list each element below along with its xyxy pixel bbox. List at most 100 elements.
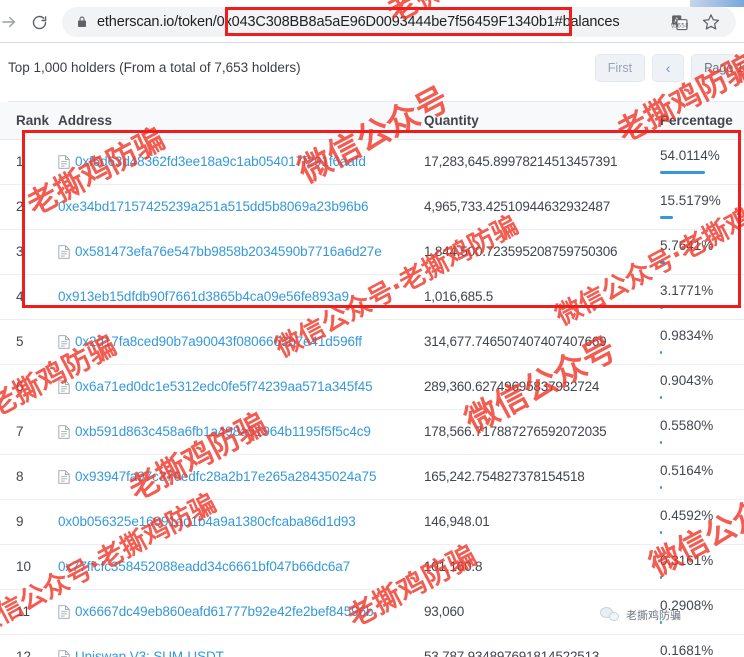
cell-percentage: 54.0114% [660, 139, 744, 185]
percentage-bar-fill [660, 170, 706, 174]
cell-quantity: 4,965,733.42510944632932487 [424, 184, 660, 230]
holders-toolbar: Top 1,000 holders (From a total of 7,653… [0, 52, 744, 94]
cell-address: Uniswap V3: SUM-USDT [58, 634, 424, 657]
pagination: First ‹ Page 1 of 20 [594, 54, 744, 82]
percentage-bar-fill [660, 395, 662, 399]
cell-rank: 10 [0, 544, 58, 590]
column-header-rank[interactable]: Rank [0, 102, 58, 140]
cell-address: 0x6a71ed0dc1e5312edc0fe5f74239aa571a345f… [58, 364, 424, 410]
holders-caption: Top 1,000 holders (From a total of 7,653… [8, 60, 301, 75]
address-link[interactable]: 0x913eb15dfdb90f7661d3865b4ca09e56fe893a… [58, 289, 349, 304]
cell-quantity: 101,160.8 [424, 544, 660, 590]
address-wrapper: 0xf6d63d48362fd3ee18a9c1ab054017f291f6aa… [58, 154, 424, 169]
table-row: 8 0x93947fa97c376edfc28a2b17e265a28435024… [0, 454, 744, 500]
percentage-bar-track [660, 395, 744, 399]
cell-rank: 6 [0, 364, 58, 410]
cell-quantity: 17,283,645.89978214513457391 [424, 139, 660, 185]
cell-quantity: 1,844,500.723595208759750306 [424, 229, 660, 275]
address-bar[interactable]: etherscan.io/token/0x043C308BB8a5aE96D00… [62, 7, 736, 37]
address-link[interactable]: 0xe34bd17157425239a251a515dd5b8069a23b96… [58, 199, 368, 214]
percentage-bar-fill [660, 620, 662, 624]
navigation-bar: etherscan.io/token/0x043C308BB8a5aE96D00… [0, 4, 744, 40]
cell-rank: 4 [0, 274, 58, 320]
address-wrapper: 0x2d17fa8ced90b7a90043f0806663b7e41d596f… [58, 334, 424, 349]
percentage-bar-track [660, 215, 744, 219]
contract-document-icon [58, 244, 70, 259]
cell-rank: 11 [0, 589, 58, 635]
cell-quantity: 314,677.746507407407407669 [424, 319, 660, 365]
percentage-bar-track [660, 260, 744, 264]
omnibox-actions: A \u6587 [671, 13, 730, 31]
cell-percentage: 3.1771% [660, 274, 744, 320]
address-wrapper: 0x6a71ed0dc1e5312edc0fe5f74239aa571a345f… [58, 379, 424, 394]
column-header-quantity[interactable]: Quantity [424, 102, 660, 140]
address-wrapper: 0x0b056325e16091ad1b4a9a1380cfcaba86d1d9… [58, 514, 424, 529]
cell-rank: 8 [0, 454, 58, 500]
cell-percentage: 0.1681% [660, 634, 744, 657]
table-header-row: Rank Address Quantity Percentage [0, 102, 744, 140]
cell-quantity: 165,242.754827378154518 [424, 454, 660, 500]
percentage-bar-track [660, 620, 744, 624]
pagination-prev-button[interactable]: ‹ [652, 54, 685, 82]
address-wrapper: 0xe34bd17157425239a251a515dd5b8069a23b96… [58, 199, 424, 214]
url-host-path: etherscan.io/token/ [97, 14, 217, 30]
cell-percentage: 0.3161% [660, 544, 744, 590]
cell-quantity: 53,787.934897691814522513 [424, 634, 660, 657]
browser-window: etherscan.io/token/0x043C308BB8a5aE96D00… [0, 0, 744, 657]
holders-table: Rank Address Quantity Percentage 1 0xf6d6… [0, 102, 744, 657]
table-row: 9 0x0b056325e16091ad1b4a9a1380cfcaba86d1d… [0, 499, 744, 545]
address-wrapper: 0x913eb15dfdb90f7661d3865b4ca09e56fe893a… [58, 289, 424, 304]
address-link[interactable]: 0x93947fa97c376edfc28a2b17e265a28435024a… [75, 469, 376, 484]
table-row: 1 0xf6d63d48362fd3ee18a9c1ab054017f291f6a… [0, 139, 744, 185]
table-row: 5 0x2d17fa8ced90b7a90043f0806663b7e41d596… [0, 319, 744, 365]
star-icon[interactable] [702, 13, 720, 31]
percentage-value: 0.1681% [660, 643, 714, 657]
pagination-first-button[interactable]: First [594, 54, 646, 82]
address-wrapper: 0x581473efa76e547bb9858b2034590b7716a6d2… [58, 244, 424, 259]
address-link[interactable]: Uniswap V3: SUM-USDT [75, 649, 224, 657]
address-link[interactable]: 0x0b056325e16091ad1b4a9a1380cfcaba86d1d9… [58, 514, 356, 529]
lock-icon [76, 15, 88, 29]
cell-address: 0x0b056325e16091ad1b4a9a1380cfcaba86d1d9… [58, 499, 424, 545]
percentage-bar-fill [660, 305, 663, 309]
cell-address: 0xf6d63d48362fd3ee18a9c1ab054017f291f6aa… [58, 139, 424, 185]
percentage-bar-fill [660, 215, 674, 219]
percentage-value: 0.2908% [660, 598, 714, 614]
percentage-value: 5.7641% [660, 238, 714, 254]
contract-document-icon [58, 604, 70, 619]
address-link[interactable]: 0xf6d63d48362fd3ee18a9c1ab054017f291f6aa… [75, 154, 366, 169]
percentage-value: 15.5179% [660, 193, 721, 209]
table-row: 10 0x77ffcfc358452088eadd34c6661bf047b66d… [0, 544, 744, 590]
percentage-bar-track [660, 170, 744, 174]
reload-icon[interactable] [24, 7, 54, 37]
address-link[interactable]: 0x6667dc49eb860eafd61777b92e42fe2bef8459… [75, 604, 373, 619]
address-link[interactable]: 0x77ffcfc358452088eadd34c6661bf047b66dc6… [58, 559, 350, 574]
translate-icon[interactable]: A \u6587 [671, 14, 688, 31]
cell-percentage: 0.2908% [660, 589, 744, 635]
cell-quantity: 289,360.62749695837932724 [424, 364, 660, 410]
table-row: 7 0xb591d863c458a6fb1a498a51964b1195f5f5c… [0, 409, 744, 455]
contract-document-icon [58, 334, 70, 349]
table-row: 12 Uniswap V3: SUM-USDT 53,787.93489769181… [0, 634, 744, 657]
percentage-value: 0.9043% [660, 373, 714, 389]
percentage-value: 0.5164% [660, 463, 714, 479]
address-link[interactable]: 0x6a71ed0dc1e5312edc0fe5f74239aa571a345f… [75, 379, 373, 394]
url-text: etherscan.io/token/0x043C308BB8a5aE96D00… [97, 14, 671, 30]
address-wrapper: Uniswap V3: SUM-USDT [58, 649, 424, 657]
column-header-address[interactable]: Address [58, 102, 424, 140]
cell-percentage: 15.5179% [660, 184, 744, 230]
address-link[interactable]: 0x581473efa76e547bb9858b2034590b7716a6d2… [75, 244, 382, 259]
address-wrapper: 0x77ffcfc358452088eadd34c6661bf047b66dc6… [58, 559, 424, 574]
url-fragment: #balances [554, 14, 620, 30]
pagination-page-info: Page 1 of 20 [691, 54, 744, 82]
percentage-bar-fill [660, 530, 662, 534]
percentage-bar-track [660, 485, 744, 489]
address-link[interactable]: 0x2d17fa8ced90b7a90043f0806663b7e41d596f… [75, 334, 362, 349]
column-header-percentage[interactable]: Percentage [660, 102, 744, 140]
cell-address: 0x93947fa97c376edfc28a2b17e265a28435024a… [58, 454, 424, 500]
cell-address: 0xb591d863c458a6fb1a498a51964b1195f5f5c4… [58, 409, 424, 455]
forward-arrow-icon[interactable] [0, 7, 24, 37]
address-link[interactable]: 0xb591d863c458a6fb1a498a51964b1195f5f5c4… [75, 424, 371, 439]
cell-rank: 9 [0, 499, 58, 545]
percentage-value: 0.4592% [660, 508, 714, 524]
